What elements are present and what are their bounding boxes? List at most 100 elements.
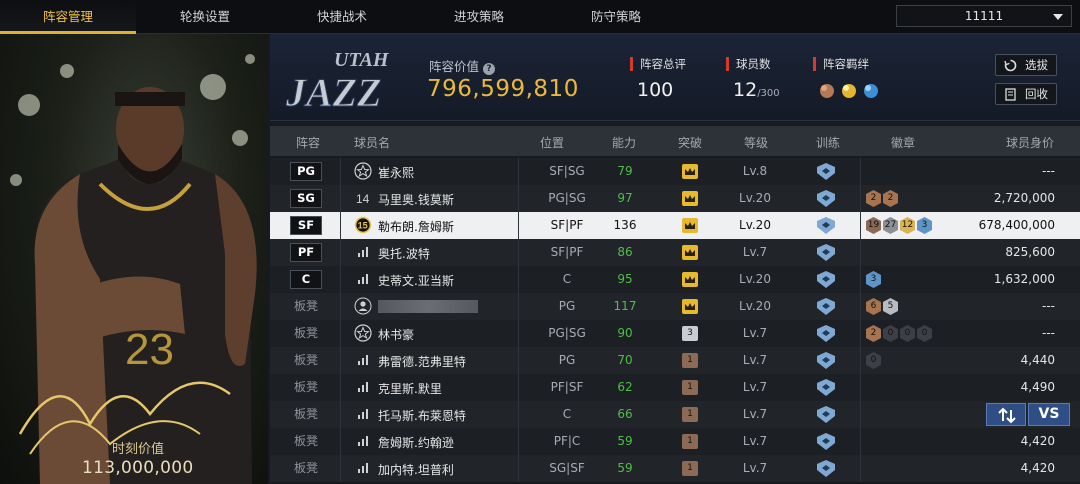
player-name[interactable]: 史蒂文.亚当斯 [378, 272, 454, 289]
table-row[interactable]: SF 15 勒布朗.詹姆斯 SF|PF 136 Lv.20 19 27 12 3 678,400,0… [270, 212, 1080, 239]
breakthrough-crown-icon[interactable] [682, 164, 698, 179]
lineup-slot[interactable]: SG [290, 189, 322, 208]
player-name[interactable]: 奥托.波特 [378, 245, 430, 262]
help-icon[interactable]: ? [483, 63, 495, 75]
badge-hex-icon[interactable]: 2 [883, 190, 898, 207]
training-shield-icon[interactable] [816, 460, 836, 477]
player-name[interactable]: 勒布朗.詹姆斯 [378, 218, 454, 235]
training-shield-icon[interactable] [816, 406, 836, 423]
table-row[interactable]: 板凳 弗雷德.范弗里特 PG 70 1 Lv.7 0 4,440 [270, 347, 1080, 374]
breakthrough-level-badge[interactable]: 1 [682, 407, 698, 422]
breakthrough-level-badge[interactable]: 1 [682, 461, 698, 476]
badge-hex-icon[interactable]: 5 [883, 298, 898, 315]
table-row[interactable]: PF 奥托.波特 SF|PF 86 Lv.7 825,600 [270, 239, 1080, 266]
breakthrough-crown-icon[interactable] [682, 218, 698, 233]
player-name[interactable]: 加内特.坦普利 [378, 461, 454, 478]
col-lineup[interactable]: 阵容 [296, 134, 320, 151]
badge-hex-icon[interactable]: 27 [883, 217, 898, 234]
tab-lineup-management[interactable]: 阵容管理 [0, 0, 136, 34]
lineup-slot[interactable]: SF [290, 216, 322, 235]
player-name[interactable]: 克里斯.默里 [378, 380, 442, 397]
badge-hex-icon[interactable]: 2 [866, 190, 881, 207]
table-row[interactable]: 板凳 林书豪 PG|SG 90 3 Lv.7 2 0 0 0 --- [270, 320, 1080, 347]
star-icon [354, 324, 372, 342]
team-select-dropdown[interactable]: 11111 [896, 5, 1072, 27]
col-level[interactable]: 等级 [744, 134, 768, 151]
player-name-blurred[interactable] [378, 300, 478, 313]
badge-hex-icon[interactable]: 0 [866, 352, 881, 369]
col-training[interactable]: 训练 [816, 134, 840, 151]
player-name[interactable]: 弗雷德.范弗里特 [378, 353, 466, 370]
recycle-icon [1005, 88, 1016, 101]
lineup-slot[interactable]: 板凳 [290, 434, 322, 453]
badge-hex-icon[interactable]: 19 [866, 217, 881, 234]
table-row[interactable]: SG 14 马里奥.钱莫斯 PG|SG 97 Lv.20 2 2 2,720,000 [270, 185, 1080, 212]
player-moment-card[interactable]: 23 时刻价值 113,000,000 [0, 34, 268, 484]
training-shield-icon[interactable] [816, 298, 836, 315]
badge-hex-icon[interactable]: 0 [900, 325, 915, 342]
breakthrough-level-badge[interactable]: 1 [682, 380, 698, 395]
table-row[interactable]: 板凳 托马斯.布莱恩特 C 66 1 Lv.7 [270, 401, 1080, 428]
lineup-slot[interactable]: 板凳 [290, 299, 322, 318]
table-row[interactable]: 板凳 加内特.坦普利 SG|SF 59 1 Lv.7 4,420 [270, 455, 1080, 482]
badge-hex-icon[interactable]: 3 [866, 271, 881, 288]
breakthrough-level-badge[interactable]: 1 [682, 353, 698, 368]
breakthrough-crown-icon[interactable] [682, 245, 698, 260]
select-button[interactable]: 选拔 [995, 54, 1057, 76]
tab-rotation-settings[interactable]: 轮换设置 [137, 0, 273, 34]
breakthrough-level-badge[interactable]: 3 [682, 326, 698, 341]
tab-defense-strategy[interactable]: 防守策略 [548, 0, 684, 34]
badge-hex-icon[interactable]: 0 [917, 325, 932, 342]
player-worth: 678,400,000 [978, 218, 1055, 232]
badge-hex-icon[interactable]: 12 [900, 217, 915, 234]
lineup-slot[interactable]: 板凳 [290, 353, 322, 372]
training-shield-icon[interactable] [816, 244, 836, 261]
breakthrough-level-badge[interactable]: 1 [682, 434, 698, 449]
training-shield-icon[interactable] [816, 379, 836, 396]
lineup-slot[interactable]: 板凳 [290, 461, 322, 480]
player-name[interactable]: 林书豪 [378, 326, 414, 343]
lineup-slot[interactable]: 板凳 [290, 407, 322, 426]
col-name[interactable]: 球员名 [354, 134, 390, 151]
player-name[interactable]: 詹姆斯.约翰逊 [378, 434, 454, 451]
badge-hex-icon[interactable]: 3 [917, 217, 932, 234]
lineup-slot[interactable]: 板凳 [290, 380, 322, 399]
training-shield-icon[interactable] [816, 325, 836, 342]
chemistry-icons[interactable] [818, 80, 888, 105]
player-name[interactable]: 马里奥.钱莫斯 [378, 191, 454, 208]
training-shield-icon[interactable] [816, 163, 836, 180]
player-level: Lv.7 [742, 434, 768, 448]
player-name[interactable]: 崔永熙 [378, 164, 414, 181]
swap-button[interactable] [986, 403, 1026, 426]
badge-hex-icon[interactable]: 6 [866, 298, 881, 315]
col-badges[interactable]: 徽章 [891, 134, 915, 151]
table-row[interactable]: PG 崔永熙 SF|SG 79 Lv.8 --- [270, 158, 1080, 185]
col-worth[interactable]: 球员身价 [1006, 134, 1054, 151]
breakthrough-crown-icon[interactable] [682, 272, 698, 287]
training-shield-icon[interactable] [816, 190, 836, 207]
lineup-slot[interactable]: 板凳 [290, 326, 322, 345]
table-row[interactable]: 板凳 克里斯.默里 PF|SF 62 1 Lv.7 4,490 [270, 374, 1080, 401]
table-row[interactable]: C 史蒂文.亚当斯 C 95 Lv.20 3 1,632,000 [270, 266, 1080, 293]
table-row[interactable]: 板凳 詹姆斯.约翰逊 PF|C 59 1 Lv.7 4,420 [270, 428, 1080, 455]
player-name[interactable]: 托马斯.布莱恩特 [378, 407, 466, 424]
tab-offense-strategy[interactable]: 进攻策略 [411, 0, 547, 34]
col-position[interactable]: 位置 [540, 134, 564, 151]
col-breakthrough[interactable]: 突破 [678, 134, 702, 151]
breakthrough-crown-icon[interactable] [682, 299, 698, 314]
badge-hex-icon[interactable]: 0 [883, 325, 898, 342]
col-ability[interactable]: 能力 [612, 134, 636, 151]
training-shield-icon[interactable] [816, 433, 836, 450]
training-shield-icon[interactable] [816, 217, 836, 234]
table-row[interactable]: 板凳 PG 117 Lv.20 6 5 --- [270, 293, 1080, 320]
badge-hex-icon[interactable]: 2 [866, 325, 881, 342]
lineup-slot[interactable]: C [290, 270, 322, 289]
lineup-slot[interactable]: PF [290, 243, 322, 262]
lineup-slot[interactable]: PG [290, 162, 322, 181]
vs-compare-button[interactable]: VS [1028, 403, 1070, 426]
breakthrough-crown-icon[interactable] [682, 191, 698, 206]
training-shield-icon[interactable] [816, 352, 836, 369]
recycle-button[interactable]: 回收 [995, 83, 1057, 105]
tab-quick-tactics[interactable]: 快捷战术 [274, 0, 410, 34]
training-shield-icon[interactable] [816, 271, 836, 288]
